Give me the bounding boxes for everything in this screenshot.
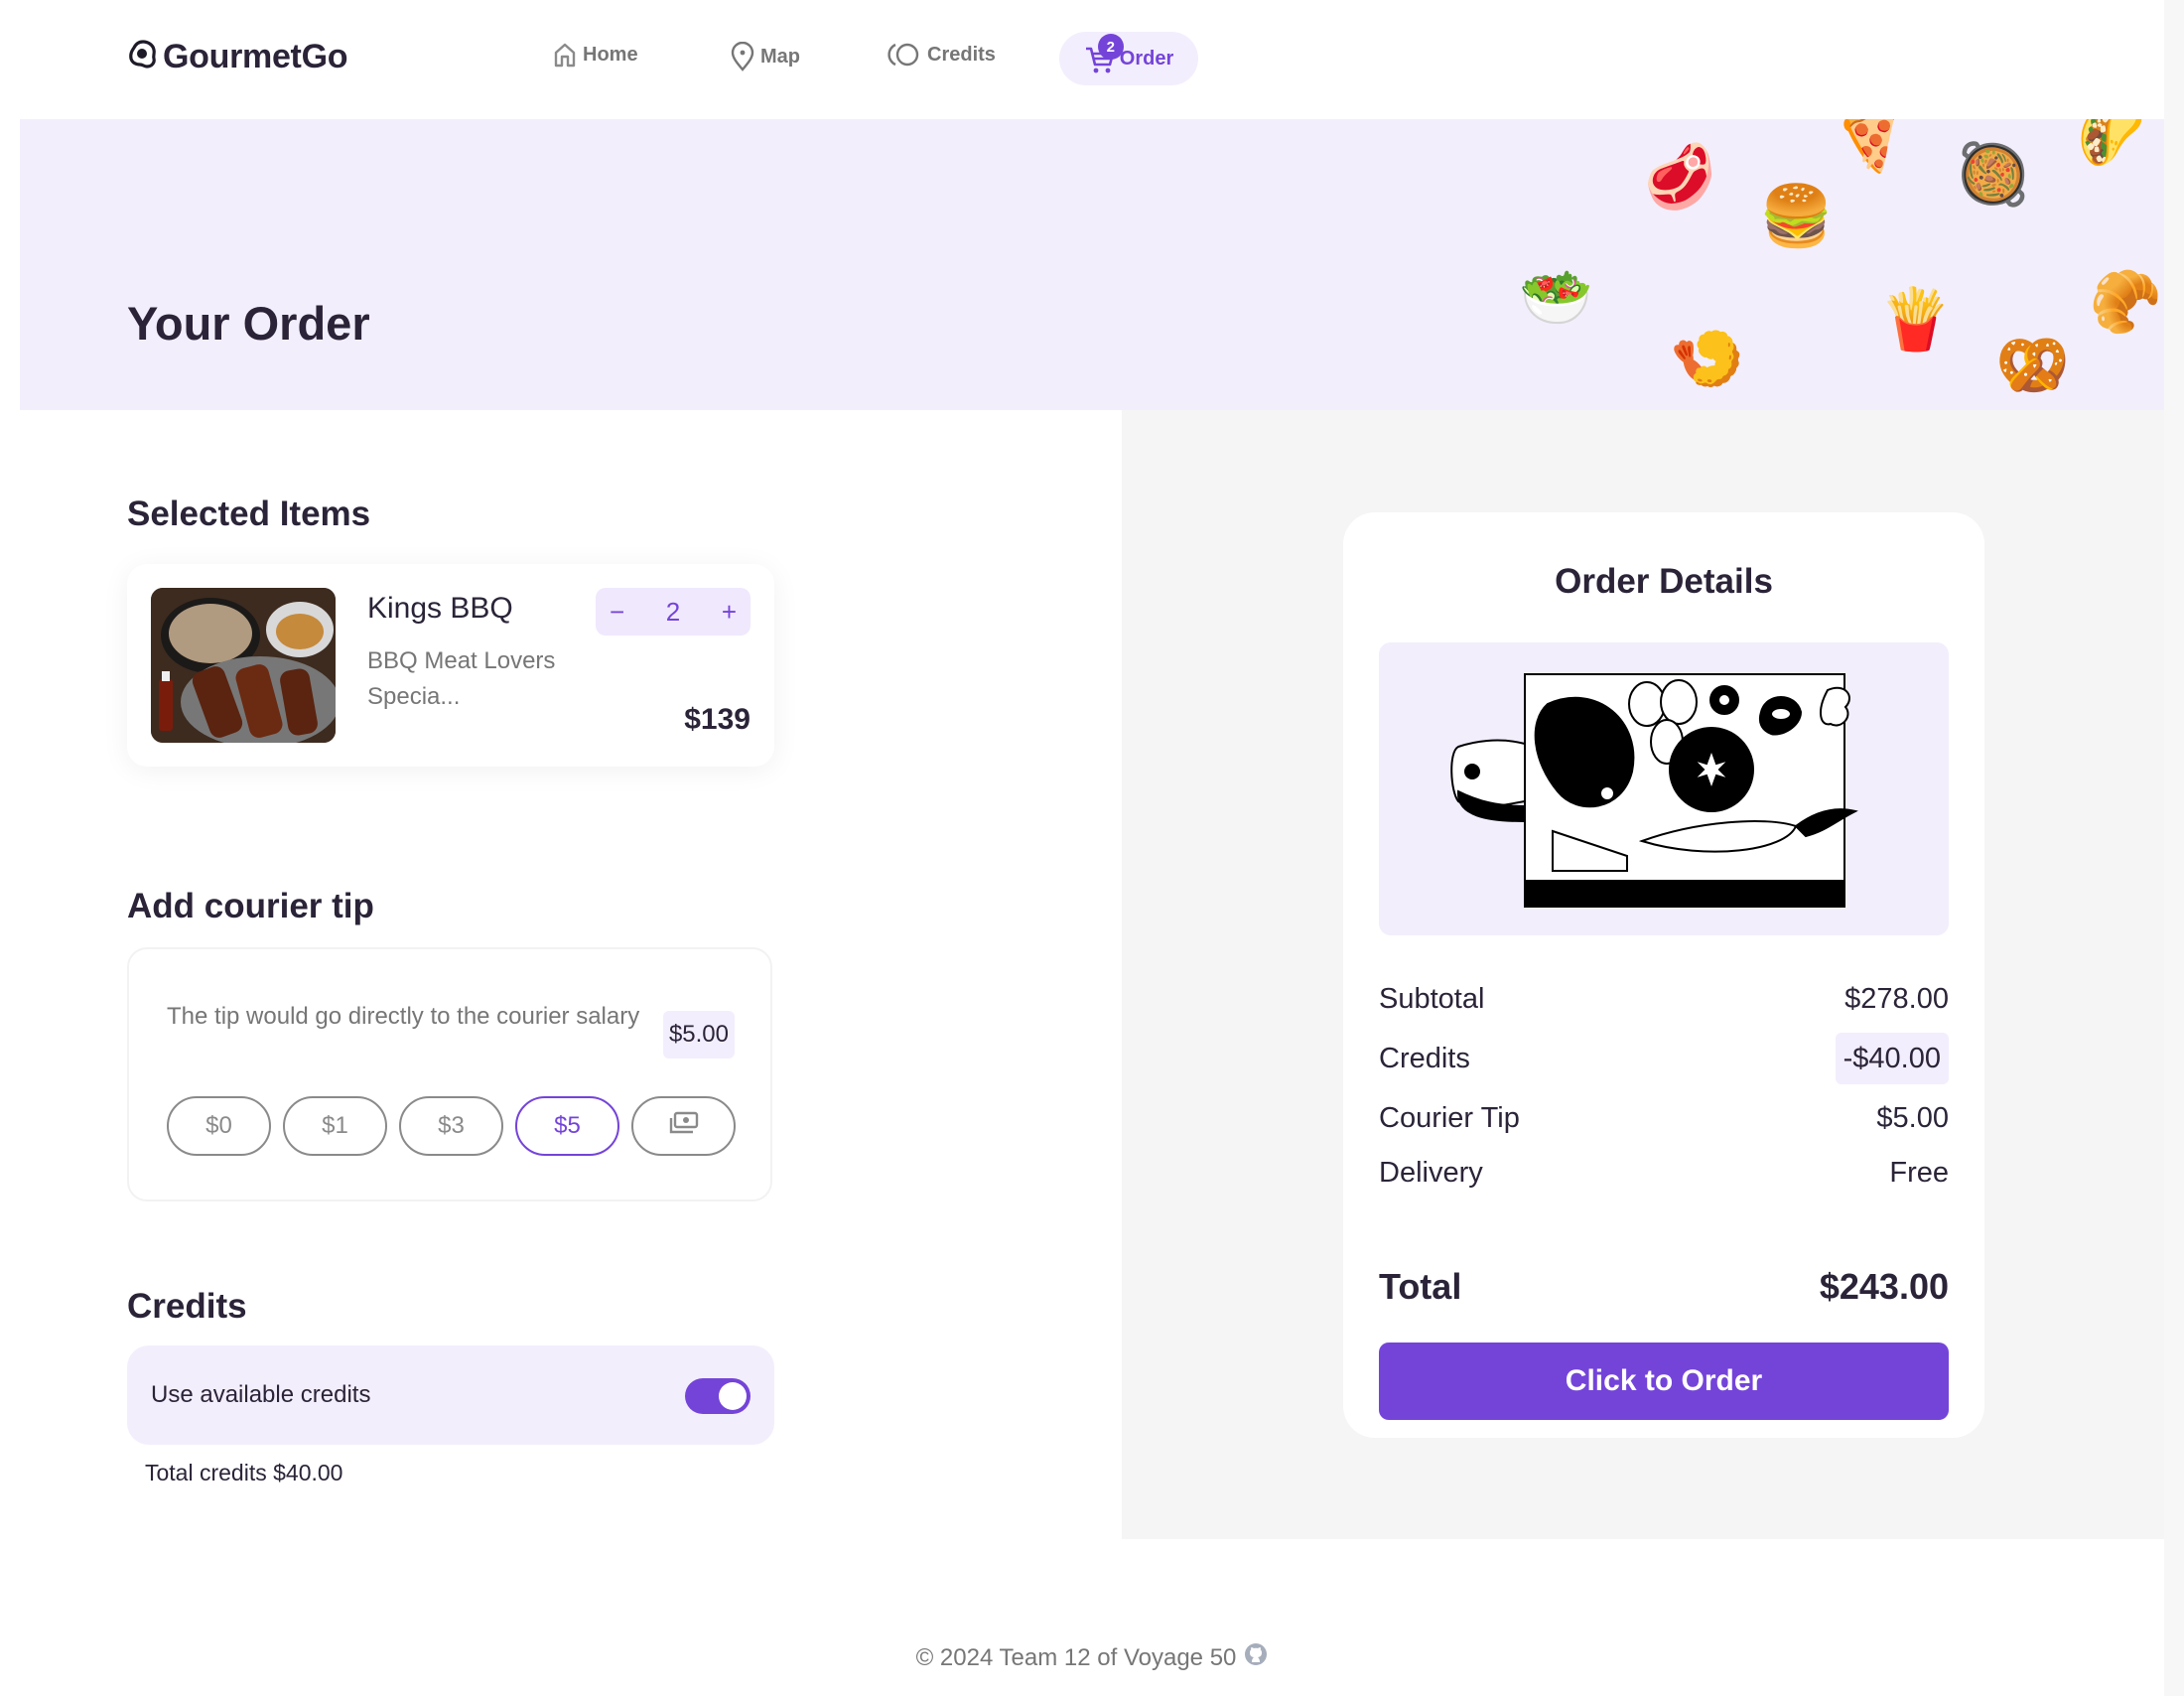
tip-card: The tip would go directly to the courier… — [127, 947, 772, 1201]
place-order-button[interactable]: Click to Order — [1379, 1343, 1949, 1420]
paella-icon: 🥘 — [1956, 140, 2030, 210]
tip-options: $0 $1 $3 $5 — [167, 1096, 736, 1156]
summary-row-subtotal: Subtotal $278.00 — [1379, 974, 1949, 1024]
nav-map[interactable]: Map — [731, 42, 800, 71]
courier-tip-label: Courier Tip — [1379, 1101, 1520, 1134]
github-icon[interactable] — [1244, 1642, 1268, 1673]
delivery-label: Delivery — [1379, 1156, 1483, 1189]
summary-row-credits: Credits -$40.00 — [1379, 1033, 1949, 1084]
nav-map-label: Map — [760, 45, 800, 68]
nav-credits-label: Credits — [927, 43, 996, 66]
order-details-card: Order Details Subtotal $278.00 Credits -… — [1343, 512, 1984, 1438]
logo[interactable]: GourmetGo — [127, 38, 348, 76]
summary-row-delivery: Delivery Free — [1379, 1148, 1949, 1198]
tip-option-1[interactable]: $1 — [283, 1096, 387, 1156]
order-details-title: Order Details — [1555, 562, 1773, 601]
cutting-board-illustration — [1379, 642, 1949, 935]
order-summary-panel: Order Details Subtotal $278.00 Credits -… — [1122, 410, 2164, 1539]
total-credits: Total credits $40.00 — [145, 1460, 343, 1485]
coins-icon — [887, 42, 921, 68]
selected-items-heading: Selected Items — [127, 495, 371, 533]
item-price: $139 — [684, 703, 751, 736]
tip-custom-button[interactable] — [631, 1096, 736, 1156]
total-label: Total — [1379, 1266, 1462, 1307]
page-title: Your Order — [127, 297, 370, 350]
courier-tip-value: $5.00 — [1876, 1101, 1949, 1134]
tip-heading: Add courier tip — [127, 887, 374, 925]
credits-toggle-row: Use available credits — [127, 1345, 774, 1445]
cart-item-card: Kings BBQ BBQ Meat Lovers Specia... − 2 … — [127, 564, 774, 767]
decrement-button[interactable]: − — [610, 597, 624, 628]
page: GourmetGo Home Map Credits 2 Order Your … — [20, 0, 2164, 1696]
hero-banner: Your Order 🥩 🍕 🥘 🌮 🍔 🥗 🍤 🍟 🥨 🥐 — [20, 119, 2164, 410]
tip-description: The tip would go directly to the courier… — [167, 1003, 640, 1030]
increment-button[interactable]: + — [722, 597, 737, 628]
quantity-stepper: − 2 + — [596, 588, 751, 636]
taco-icon: 🌮 — [2065, 119, 2159, 179]
subtotal-label: Subtotal — [1379, 982, 1485, 1015]
tip-option-0[interactable]: $0 — [167, 1096, 271, 1156]
nav-home-label: Home — [583, 43, 638, 66]
scrollbar-track[interactable] — [2164, 0, 2184, 1696]
footer: © 2024 Team 12 of Voyage 50 — [20, 1642, 2164, 1673]
pizza-icon: 🍕 — [1822, 119, 1916, 181]
fried-egg-logo-icon — [127, 39, 159, 75]
nav-order[interactable]: 2 Order — [1059, 32, 1198, 85]
nav-home[interactable]: Home — [553, 42, 638, 68]
tip-option-5[interactable]: $5 — [515, 1096, 619, 1156]
top-nav: GourmetGo Home Map Credits 2 Order — [20, 0, 2164, 119]
cart-count-badge: 2 — [1097, 34, 1124, 60]
tip-option-3[interactable]: $3 — [399, 1096, 503, 1156]
quantity-value: 2 — [665, 596, 681, 627]
steak-icon: 🥩 — [1636, 136, 1724, 221]
tip-current-value: $5.00 — [662, 1011, 735, 1059]
toggle-knob — [719, 1382, 747, 1410]
use-credits-label: Use available credits — [151, 1381, 371, 1408]
item-description: BBQ Meat Lovers Specia... — [367, 647, 556, 710]
credits-label: Credits — [1379, 1042, 1470, 1074]
item-image — [151, 588, 336, 743]
subtotal-value: $278.00 — [1844, 982, 1949, 1015]
cart-icon: 2 — [1084, 34, 1124, 73]
total-value: $243.00 — [1819, 1266, 1949, 1307]
logo-text: GourmetGo — [163, 38, 348, 75]
burger-icon: 🍔 — [1759, 182, 1834, 251]
credits-heading: Credits — [127, 1287, 247, 1326]
use-credits-toggle[interactable] — [685, 1378, 751, 1414]
cash-icon — [668, 1111, 700, 1142]
delivery-value: Free — [1889, 1156, 1949, 1189]
summary-row-total: Total $243.00 — [1379, 1262, 1949, 1312]
summary-row-tip: Courier Tip $5.00 — [1379, 1093, 1949, 1143]
fries-icon: 🍟 — [1878, 285, 1953, 354]
map-pin-icon — [731, 42, 754, 71]
nav-order-label: Order — [1119, 47, 1174, 70]
home-icon — [553, 42, 577, 68]
nav-credits[interactable]: Credits — [887, 42, 996, 68]
shrimp-icon: 🍤 — [1670, 325, 1744, 394]
item-name: Kings BBQ — [367, 592, 513, 625]
pretzel-icon: 🥨 — [1995, 331, 2070, 400]
salad-icon: 🥗 — [1519, 263, 1593, 333]
footer-text: © 2024 Team 12 of Voyage 50 — [915, 1643, 1237, 1671]
credits-value: -$40.00 — [1835, 1033, 1949, 1084]
croissant-icon: 🥐 — [2083, 261, 2164, 343]
